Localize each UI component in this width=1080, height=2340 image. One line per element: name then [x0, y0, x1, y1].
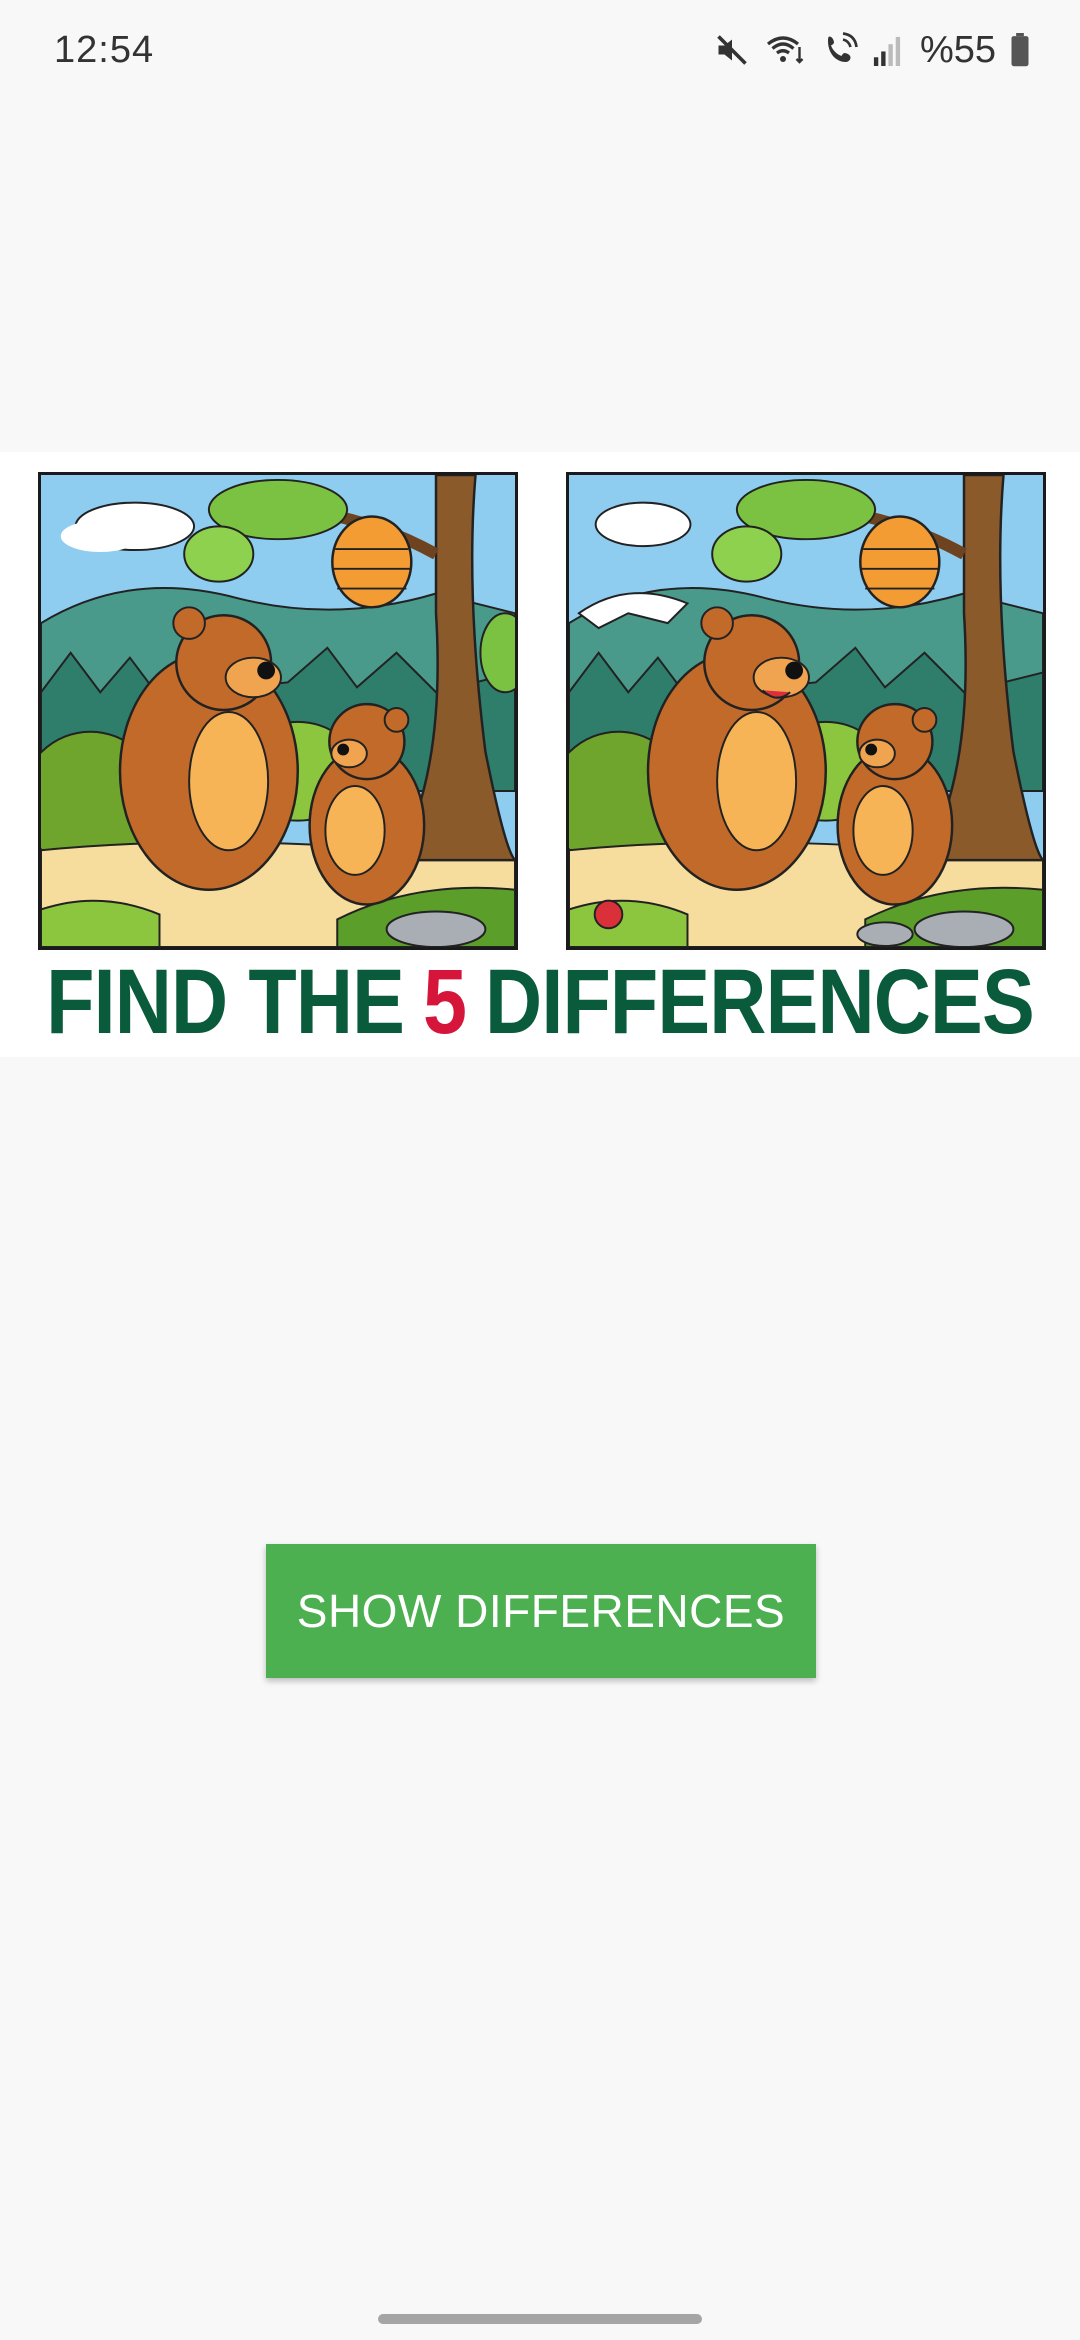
headline: FIND THE 5 DIFFERENCES [46, 950, 1035, 1053]
right-scene-image [566, 472, 1046, 950]
status-icons: %55 [714, 29, 1030, 72]
wifi-calling-icon [764, 32, 808, 68]
puzzle-banner: FIND THE 5 DIFFERENCES [0, 452, 1080, 1057]
battery-percent: %55 [919, 28, 996, 71]
headline-after: DIFFERENCES [485, 950, 1035, 1053]
show-differences-button[interactable]: SHOW DIFFERENCES [266, 1544, 816, 1678]
mute-icon [714, 32, 750, 68]
headline-before: FIND THE [46, 950, 405, 1053]
signal-icon [872, 34, 902, 66]
status-bar: 12:54 %55 [0, 0, 1080, 100]
volte-call-icon [822, 32, 858, 68]
headline-number: 5 [422, 950, 467, 1053]
status-time: 12:54 [54, 28, 155, 71]
battery-icon [1010, 33, 1030, 67]
left-scene-image [38, 472, 518, 950]
home-indicator[interactable] [378, 2314, 702, 2324]
